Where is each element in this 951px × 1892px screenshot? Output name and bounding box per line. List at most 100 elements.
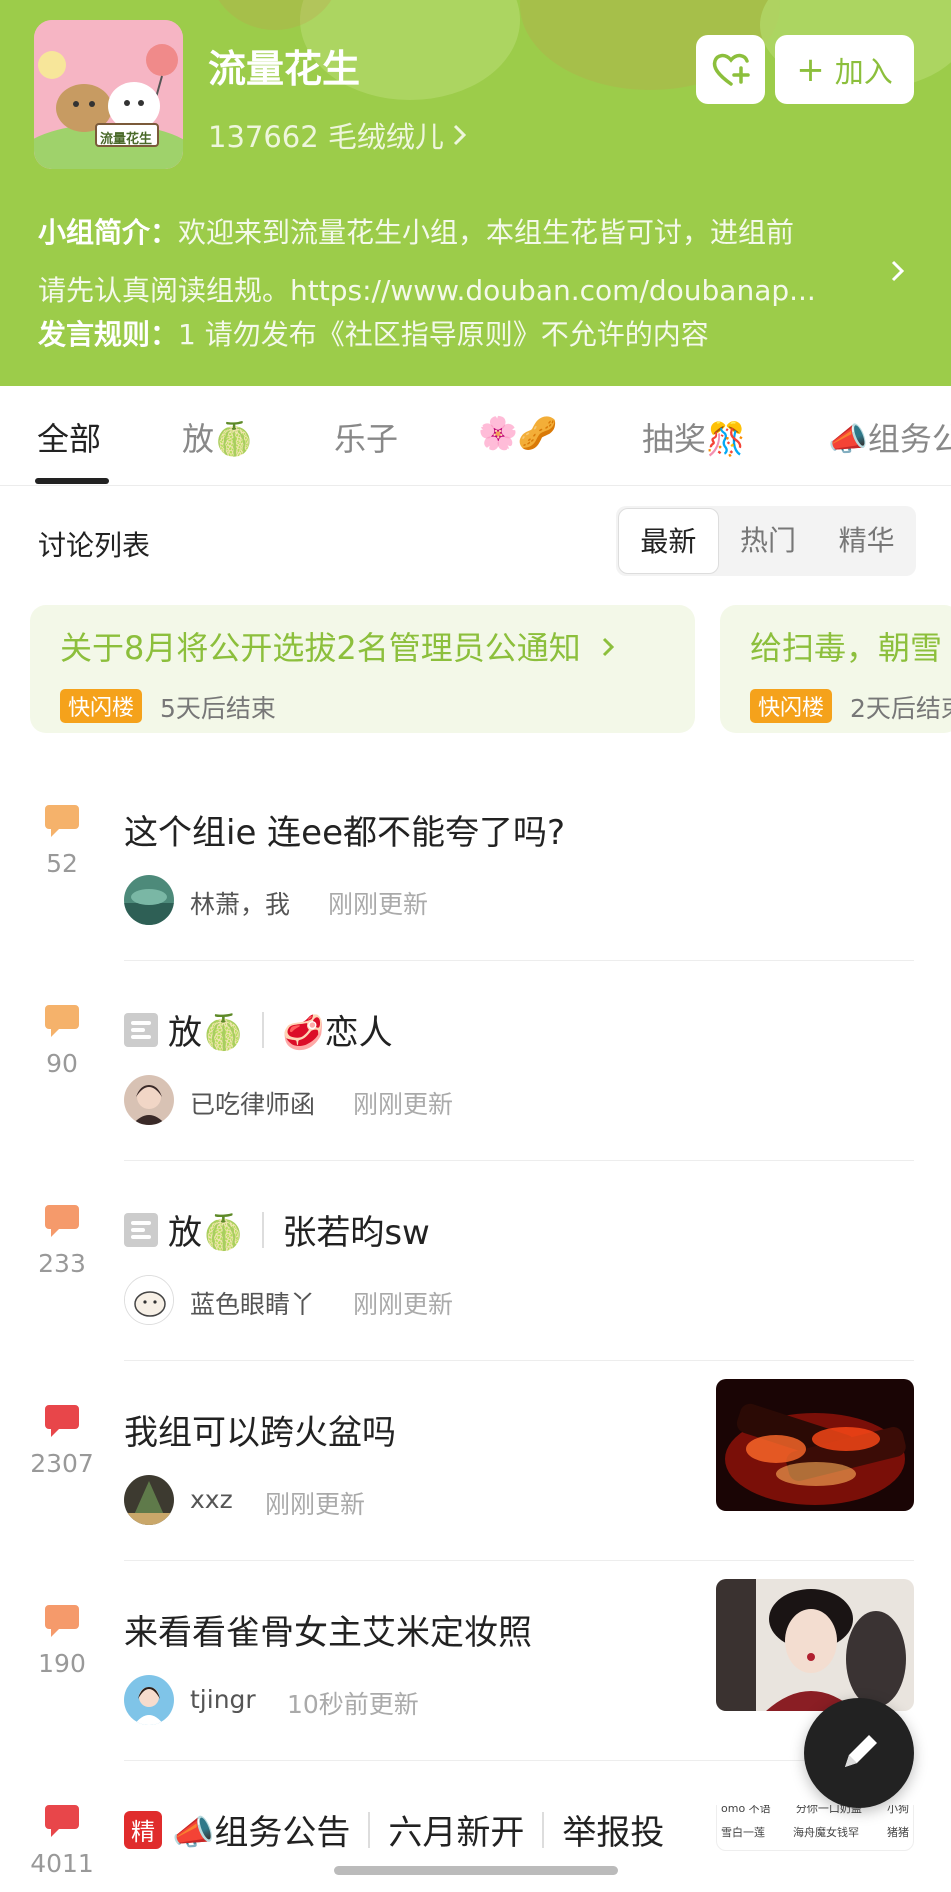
post-thumbnail[interactable] <box>716 1579 914 1711</box>
document-icon <box>124 1212 158 1247</box>
plus-icon: + <box>796 49 825 90</box>
sort-featured[interactable]: 精华 <box>817 508 916 574</box>
reply-count: 4011 <box>30 1849 94 1878</box>
title-separator <box>262 1011 265 1048</box>
update-time: 刚刚更新 <box>328 890 429 919</box>
post-title-category: 📣组务公告 <box>172 1813 351 1853</box>
reply-count: 190 <box>38 1649 86 1678</box>
discussion-list-label: 讨论列表 <box>38 529 151 562</box>
reply-count: 52 <box>46 849 78 878</box>
update-time: 刚刚更新 <box>353 1290 454 1319</box>
tab-fun[interactable]: 乐子 <box>334 414 398 460</box>
post-title: 来看看雀骨女主艾米定妆照 <box>124 1613 532 1653</box>
user-avatar-image <box>124 875 174 925</box>
home-indicator[interactable] <box>334 1866 618 1875</box>
post-item[interactable]: 4011 精 📣组务公告 六月新开 举报投 omo 不语 分你一口奶盖 小狗 雪… <box>0 1805 951 1892</box>
rules-text: 1 请勿发布《社区指导原则》不允许的内容 <box>178 318 709 351</box>
favorite-button[interactable] <box>696 35 765 104</box>
tab-all[interactable]: 全部 <box>37 414 101 460</box>
costume-photo-image <box>716 1579 914 1711</box>
user-avatar[interactable] <box>124 875 174 925</box>
title-separator <box>368 1811 371 1848</box>
notice-title: 关于8月将公开选拔2名管理员公通知 <box>60 623 615 669</box>
intro-text-line1: 欢迎来到流量花生小组，本组生花皆可讨，进组前 <box>178 216 795 249</box>
post-title: 这个组ie 连ee都不能夸了吗? <box>124 813 566 853</box>
tab-melon[interactable]: 放🍈 <box>182 414 254 460</box>
update-time: 10秒前更新 <box>287 1690 419 1719</box>
user-avatar[interactable] <box>124 1675 174 1725</box>
post-item[interactable]: 90 放🍈 🥩恋人 已吃律师函 刚刚更新 <box>0 1005 951 1205</box>
post-title-category: 放🍈 <box>168 1013 245 1053</box>
join-button[interactable]: + 加入 <box>775 35 914 104</box>
chevron-right-icon[interactable] <box>890 258 906 284</box>
group-avatar[interactable]: 流量花生 <box>34 20 183 169</box>
post-item[interactable]: 2307 我组可以跨火盆吗 xxz 刚刚更新 <box>0 1379 951 1605</box>
flash-thread-badge: 快闪楼 <box>60 689 143 723</box>
post-title: 精 📣组务公告 六月新开 举报投 <box>124 1805 664 1854</box>
username[interactable]: tjingr <box>190 1685 256 1714</box>
member-count: 137662 毛绒绒儿 <box>208 120 444 154</box>
member-count-link[interactable]: 137662 毛绒绒儿 <box>208 114 468 156</box>
post-title: 放🍈 🥩恋人 <box>124 1005 393 1054</box>
notice-ends: 5天后结束 <box>160 694 276 723</box>
thumbnail-text-row: 雪白一莲 海舟魔女钱罕 猪猪 <box>717 1816 913 1840</box>
username[interactable]: 蓝色眼睛丫 <box>190 1285 315 1321</box>
user-avatar[interactable] <box>124 1075 174 1125</box>
reply-count: 2307 <box>30 1449 94 1478</box>
user-avatar-image <box>124 1675 174 1725</box>
rules-label: 发言规则： <box>38 318 179 351</box>
post-title-text: 举报投 <box>562 1813 665 1853</box>
username[interactable]: xxz <box>190 1485 233 1514</box>
intro-label: 小组简介： <box>38 216 179 249</box>
tab-flower-peanut[interactable]: 🌸🥜 <box>478 414 558 452</box>
featured-badge: 精 <box>124 1810 162 1849</box>
comment-bubble-icon <box>45 1805 79 1837</box>
user-avatar[interactable] <box>124 1275 174 1325</box>
user-avatar[interactable] <box>124 1475 174 1525</box>
sort-hot[interactable]: 热门 <box>719 508 818 574</box>
group-intro[interactable]: 小组简介：欢迎来到流量花生小组，本组生花皆可讨，进组前 请先认真阅读组规。htt… <box>38 204 898 364</box>
tab-announcements[interactable]: 📣组务公 <box>828 414 951 460</box>
post-item[interactable]: 233 放🍈 张若昀sw 蓝色眼睛丫 刚刚更新 <box>0 1205 951 1405</box>
divider <box>124 1360 914 1361</box>
post-item[interactable]: 52 这个组ie 连ee都不能夸了吗? 林萧，我 刚刚更新 <box>0 805 951 1005</box>
category-tabs: 全部 放🍈 乐子 🌸🥜 抽奖🎊 📣组务公 <box>0 386 951 486</box>
sort-segmented-control: 最新 热门 精华 <box>616 506 916 576</box>
update-time: 刚刚更新 <box>265 1490 366 1519</box>
post-title-category: 放🍈 <box>168 1213 245 1253</box>
chevron-right-icon <box>453 124 467 146</box>
pen-icon <box>845 1735 877 1767</box>
thumbnail-text-row: omo 不语 分你一口奶盖 小狗 <box>717 1805 913 1816</box>
post-title-text: 张若昀sw <box>282 1213 430 1253</box>
intro-text-line2: 请先认真阅读组规。https://www.douban.com/doubanap… <box>38 274 816 307</box>
thumbnail-text: 海舟魔女钱罕 <box>793 1826 859 1839</box>
comment-bubble-icon <box>45 1005 79 1037</box>
reply-count: 90 <box>46 1049 78 1078</box>
user-avatar-image <box>124 1475 174 1525</box>
flash-thread-badge: 快闪楼 <box>750 689 833 723</box>
reply-count: 233 <box>38 1249 86 1278</box>
post-title-text: 六月新开 <box>388 1813 525 1853</box>
chevron-right-icon <box>602 637 615 657</box>
fire-pit-image <box>716 1379 914 1511</box>
post-title: 我组可以跨火盆吗 <box>124 1413 396 1453</box>
compose-button[interactable] <box>804 1698 914 1808</box>
comment-bubble-icon <box>45 1205 79 1237</box>
user-avatar-image <box>124 1075 174 1125</box>
notice-card[interactable]: 关于8月将公开选拔2名管理员公通知 快闪楼 5天后结束 <box>30 605 695 733</box>
notice-title: 给扫毒，朝雪 <box>750 629 943 667</box>
sort-latest[interactable]: 最新 <box>618 508 719 574</box>
post-thumbnail[interactable]: omo 不语 分你一口奶盖 小狗 雪白一莲 海舟魔女钱罕 猪猪 <box>716 1805 914 1851</box>
active-tab-indicator <box>35 478 109 484</box>
group-title: 流量花生 <box>208 47 361 91</box>
group-header: 流量花生 流量花生 137662 毛绒绒儿 + 加入 小组简介：欢迎来到流量花生… <box>0 0 951 386</box>
username[interactable]: 林萧，我 <box>190 885 290 921</box>
username[interactable]: 已吃律师函 <box>190 1085 315 1121</box>
post-thumbnail[interactable] <box>716 1379 914 1511</box>
comment-bubble-icon <box>45 805 79 837</box>
update-time: 刚刚更新 <box>353 1090 454 1119</box>
post-title: 放🍈 张若昀sw <box>124 1205 430 1254</box>
tab-lottery[interactable]: 抽奖🎊 <box>642 414 746 460</box>
notice-card[interactable]: 给扫毒，朝雪 快闪楼 2天后结束 <box>720 605 951 733</box>
user-avatar-image <box>125 1276 173 1324</box>
